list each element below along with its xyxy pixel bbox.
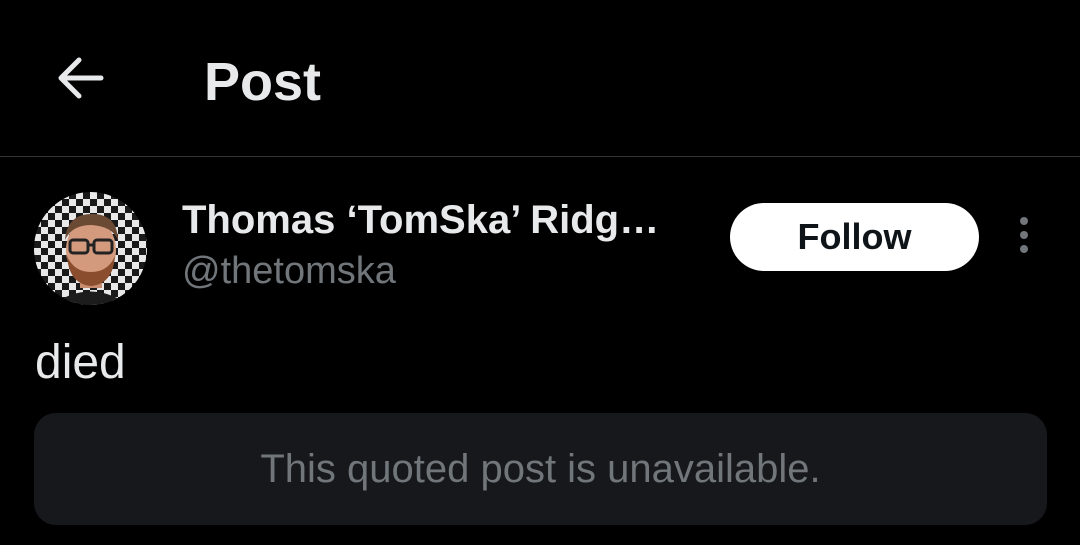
quoted-post-unavailable-message: This quoted post is unavailable. [260,446,821,491]
avatar[interactable] [34,192,147,305]
arrow-left-icon [55,56,105,105]
quoted-post-card: This quoted post is unavailable. [34,413,1047,525]
author-display-name[interactable]: Thomas ‘TomSka’ Ridg… [182,195,659,245]
page-title: Post [204,52,322,112]
author-handle[interactable]: @thetomska [182,246,396,296]
follow-button[interactable]: Follow [730,203,979,271]
post-text: died [35,336,126,389]
top-bar: Post [0,0,1080,157]
more-vertical-icon [1018,215,1030,260]
back-button[interactable] [40,40,120,120]
more-options-button[interactable] [1004,212,1044,262]
